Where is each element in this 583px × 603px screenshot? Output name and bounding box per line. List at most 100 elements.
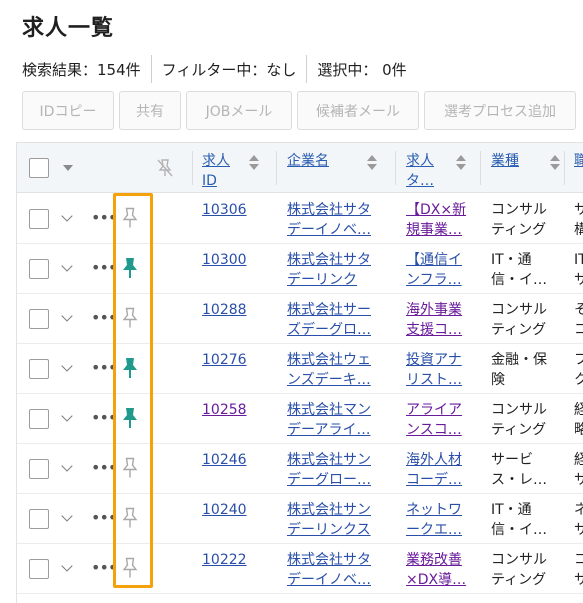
row-checkbox[interactable] [29,509,49,529]
more-horizontal-icon[interactable]: ••• [91,460,117,476]
id-copy-button[interactable]: IDコピー [22,91,114,130]
chevron-down-icon[interactable] [63,165,73,171]
job-title-link[interactable]: 投資アナ リスト… [406,350,476,390]
pin-icon[interactable] [121,256,139,280]
chevron-down-icon[interactable] [61,510,73,522]
column-header-job-id[interactable]: 求人 ID [202,143,272,193]
table-row[interactable]: ••• 10240 株式会社サン デーリンクスネットワ ークエ… IT・通 信・イ… ネ… [17,494,583,544]
job-id-link[interactable]: 10306 [202,200,272,240]
sort-icon[interactable] [366,155,378,171]
filter-status[interactable]: フィルター中：なし [162,59,297,80]
job-id-label[interactable]: 求人 ID [202,151,230,191]
job-id-link[interactable]: 10240 [202,500,272,540]
table-row[interactable]: ••• 10300 株式会社サタ デーリンク【通信イ ンフラ… IT・通 信・イ… IT… [17,244,583,294]
more-horizontal-icon[interactable]: ••• [91,260,117,276]
company-link[interactable]: 株式会社マン デーアライ… [287,400,391,440]
table-row[interactable]: ••• 10306 株式会社サタ デーイノベ… 【DX×新 規事業… コンサル ティング… [17,194,583,244]
pin-outline-icon[interactable] [121,206,139,230]
pin-icon[interactable] [121,356,139,380]
column-header-position[interactable]: 職 [574,143,583,193]
column-divider [480,151,481,185]
row-checkbox[interactable] [29,259,49,279]
job-id-link[interactable]: 10288 [202,300,272,340]
job-id-link[interactable]: 10276 [202,350,272,390]
company-label[interactable]: 企業名 [287,151,329,171]
table-row[interactable]: ••• 10258 株式会社マン デーアライ… アライア ンスコ… コンサル ティング経… [17,394,583,444]
more-horizontal-icon[interactable]: ••• [91,310,117,326]
more-horizontal-icon[interactable]: ••• [91,210,117,226]
company-link[interactable]: 株式会社サン デーリンクス [287,500,391,540]
candidate-mail-button[interactable]: 候補者メール [297,91,419,130]
sort-icon[interactable] [455,155,467,171]
sort-icon[interactable] [248,155,260,171]
column-divider [192,151,193,185]
table-row[interactable]: ••• 10276 株式会社ウェ ンズデーキ… 投資アナ リスト… 金融・保 険 フ ク [17,344,583,394]
job-title-link[interactable]: 【DX×新 規事業… [406,200,476,240]
chevron-down-icon[interactable] [61,560,73,572]
job-mail-button[interactable]: JOBメール [186,91,292,130]
chevron-down-icon[interactable] [61,360,73,372]
table-row[interactable]: ••• 10288 株式会社サー ズデーグロ… 海外事業 支援コ… コンサル ティングそ… [17,294,583,344]
row-checkbox[interactable] [29,559,49,579]
job-title-link[interactable]: ネットワ ークエ… [406,500,476,540]
job-id-link[interactable]: 10258 [202,400,272,440]
divider [306,55,308,83]
chevron-down-icon[interactable] [61,410,73,422]
pin-icon[interactable] [121,406,139,430]
table-row[interactable]: ••• 10246 株式会社サン デーグロー… 海外人材 コーデ… サービ ス・レ… 経 … [17,444,583,494]
job-id-link[interactable]: 10222 [202,550,272,590]
position-cell: そ コ [574,300,583,340]
company-link[interactable]: 株式会社サタ デーリンク [287,250,391,290]
job-id-link[interactable]: 10300 [202,250,272,290]
pin-outline-icon[interactable] [121,456,139,480]
job-id-link[interactable]: 10246 [202,450,272,490]
industry-cell: IT・通 信・イ… [491,502,547,538]
column-divider [395,151,396,185]
job-title-link[interactable]: 海外事業 支援コ… [406,300,476,340]
table-row[interactable]: ••• 10222 株式会社サタ デーイノベ… 業務改善 ×DX導… コンサル ティング… [17,544,583,594]
column-header-job-title[interactable]: 求人 タ… [406,143,476,193]
job-title-link[interactable]: 業務改善 ×DX導… [406,550,476,590]
row-checkbox[interactable] [29,209,49,229]
job-title-link[interactable]: アライア ンスコ… [406,400,476,440]
pin-off-icon[interactable] [155,157,175,179]
column-header-industry[interactable]: 業種 [491,143,561,193]
row-checkbox[interactable] [29,309,49,329]
position-cell: コ サ [574,550,583,590]
company-link[interactable]: 株式会社サタ デーイノベ… [287,550,391,590]
position-label[interactable]: 職 [574,151,583,171]
industry-cell: コンサル ティング [491,202,547,238]
status-bar: 検索結果：154件 フィルター中：なし 選択中： 0件 [22,55,407,83]
more-horizontal-icon[interactable]: ••• [91,360,117,376]
chevron-down-icon[interactable] [61,260,73,272]
sort-icon[interactable] [549,155,561,171]
company-link[interactable]: 株式会社サン デーグロー… [287,450,391,490]
more-horizontal-icon[interactable]: ••• [91,560,117,576]
column-divider [564,151,565,185]
select-all-checkbox[interactable] [29,158,49,178]
pin-outline-icon[interactable] [121,506,139,530]
row-checkbox[interactable] [29,359,49,379]
more-horizontal-icon[interactable]: ••• [91,510,117,526]
job-title-link[interactable]: 【通信イ ンフラ… [406,250,476,290]
company-link[interactable]: 株式会社サタ デーイノベ… [287,200,391,240]
page-title: 求人一覧 [22,16,115,41]
row-checkbox[interactable] [29,459,49,479]
company-link[interactable]: 株式会社サー ズデーグロ… [287,300,391,340]
pin-outline-icon[interactable] [121,556,139,580]
job-title-link[interactable]: 海外人材 コーデ… [406,450,476,490]
chevron-down-icon[interactable] [61,310,73,322]
share-button[interactable]: 共有 [119,91,181,130]
industry-label[interactable]: 業種 [491,151,519,171]
chevron-down-icon[interactable] [61,210,73,222]
add-process-button[interactable]: 選考プロセス追加 [424,91,576,130]
column-header-company[interactable]: 企業名 [287,143,397,193]
column-divider [276,151,277,185]
pin-outline-icon[interactable] [121,306,139,330]
job-title-label[interactable]: 求人 タ… [406,151,434,191]
chevron-down-icon[interactable] [61,460,73,472]
company-link[interactable]: 株式会社ウェ ンズデーキ… [287,350,391,390]
more-horizontal-icon[interactable]: ••• [91,410,117,426]
results-count: 検索結果：154件 [22,60,141,79]
row-checkbox[interactable] [29,409,49,429]
